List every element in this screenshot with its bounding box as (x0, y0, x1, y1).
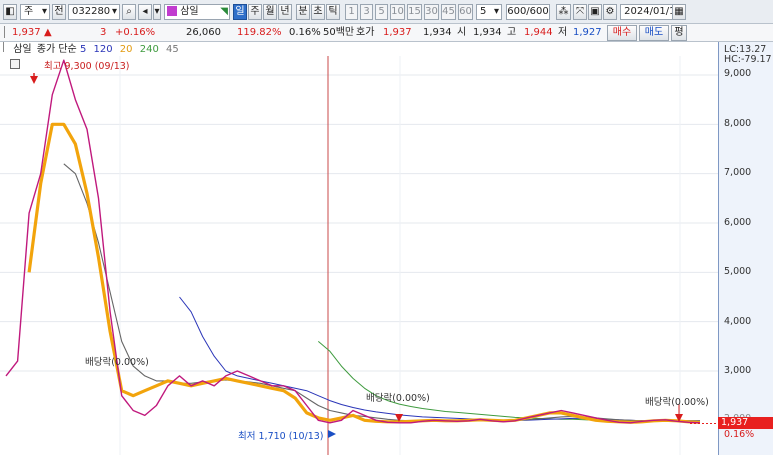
interval-45-button[interactable]: 45 (441, 4, 456, 20)
search-icon[interactable]: ⌕ (122, 4, 136, 20)
buy-button[interactable]: 매수 (607, 25, 637, 41)
dividend-annotation: 배당락(0.00%) (645, 397, 709, 408)
interval-3-button[interactable]: 3 (360, 4, 373, 20)
dividend-annotation: 배당락(0.00%) (366, 393, 430, 404)
series-line-ma-20 (27, 122, 701, 424)
low-label: 저 (558, 27, 568, 38)
interval-select-value: 5 (480, 6, 487, 17)
hoga-value: 1,937 (383, 27, 412, 38)
hoga-label: 호가 (356, 27, 375, 38)
period-month-button[interactable]: 월 (263, 4, 277, 20)
chevron-down-icon: ▾ (41, 6, 47, 17)
field-button[interactable]: 전 (52, 4, 66, 20)
interval-select[interactable]: 5 ▾ (476, 4, 502, 20)
period-day-button[interactable]: 일 (233, 4, 247, 20)
price-axis[interactable]: LC:13.27 HC:-79.17 9,000 8,000 7,000 6,0… (718, 42, 773, 455)
current-pct-tag: 0.16% (724, 429, 755, 440)
current-price: 1,937 (12, 27, 41, 38)
volume: 26,060 (186, 27, 221, 38)
period-second-button[interactable]: 초 (311, 4, 325, 20)
series-line-ma-120 (179, 296, 700, 422)
stock-flag-icon (167, 6, 177, 16)
count-input[interactable]: 600/600 (506, 4, 550, 20)
hoga-value-2: 1,934 (423, 27, 452, 38)
gear-icon[interactable]: ⚙ (603, 4, 617, 20)
chevron-down-icon[interactable]: ▾ (153, 4, 161, 20)
period-year-button[interactable]: 년 (278, 4, 292, 20)
mode-select-value: 주 (24, 6, 34, 17)
series-line-ma-5 (5, 59, 701, 424)
dividend-annotation: 배당락(0.00%) (85, 357, 149, 368)
high-annotation: 최고 9,300 (09/13) (44, 61, 130, 72)
stock-code-input[interactable]: 032280 ▾ (68, 4, 120, 20)
interval-5-button[interactable]: 5 (375, 4, 388, 20)
right-arrow-icon (328, 430, 336, 438)
change-value: 3 (100, 27, 107, 38)
y-tick-label: 3,000 (724, 365, 752, 376)
stock-code-value: 032280 (72, 6, 111, 17)
hc-label: HC:-79.17 (724, 54, 772, 65)
save-icon[interactable]: ▣ (588, 4, 602, 20)
crosshair-icon[interactable]: ⤧ (573, 4, 587, 20)
chevron-down-icon: ▾ (493, 6, 499, 17)
down-arrow-icon (30, 76, 38, 84)
stock-name-field[interactable]: 삼일 ◥ (164, 4, 230, 20)
interval-10-button[interactable]: 10 (390, 4, 405, 20)
period-week-button[interactable]: 주 (248, 4, 262, 20)
volume-ratio: 119.82% (237, 27, 282, 38)
divider (4, 26, 6, 38)
sell-button[interactable]: 매도 (639, 25, 669, 41)
change-arrow: ▲ (44, 27, 52, 38)
interval-1-button[interactable]: 1 (345, 4, 358, 20)
period-minute-button[interactable]: 분 (296, 4, 310, 20)
speaker-icon[interactable]: ◂ (138, 4, 152, 20)
indicator-icon[interactable]: ⁂ (556, 4, 571, 20)
stock-name-value: 삼일 (180, 6, 199, 17)
low-value: 1,927 (573, 27, 602, 38)
y-tick-label: 6,000 (724, 217, 752, 228)
current-price-tag: 1,937 (718, 417, 773, 429)
turnover-percent: 0.16% (289, 27, 321, 38)
interval-60-button[interactable]: 60 (458, 4, 473, 20)
price-chart[interactable] (0, 42, 718, 455)
unit-label: 50백만 (323, 27, 355, 38)
high-label: 고 (507, 27, 517, 38)
triangle-icon: ◥ (220, 6, 228, 17)
mode-select[interactable]: 주 ▾ (20, 4, 50, 20)
low-annotation: 최저 1,710 (10/13) (238, 431, 324, 442)
period-tick-button[interactable]: 틱 (326, 4, 340, 20)
main-toolbar: ◧ 주 ▾ 전 032280 ▾ ⌕ ◂ ▾ 삼일 ◥ 일 주 월 년 분 초 틱 … (0, 0, 773, 24)
chevron-down-icon: ▾ (111, 6, 117, 17)
open-value: 1,934 (473, 27, 502, 38)
y-tick-label: 9,000 (724, 68, 752, 79)
series-line-ma-240 (317, 341, 700, 422)
quote-bar: 1,937 ▲ 3 +0.16% 26,060 119.82% 0.16% 50… (0, 24, 773, 42)
y-tick-label: 8,000 (724, 118, 752, 129)
low-marker (328, 430, 336, 438)
interval-30-button[interactable]: 30 (424, 4, 439, 20)
open-label: 시 (457, 27, 467, 38)
y-tick-label: 5,000 (724, 266, 752, 277)
change-percent: +0.16% (115, 27, 156, 38)
calendar-icon[interactable]: ▦ (672, 4, 686, 20)
high-value: 1,944 (524, 27, 553, 38)
chart-menu-icon[interactable]: ◧ (3, 4, 17, 20)
y-tick-label: 7,000 (724, 167, 752, 178)
interval-15-button[interactable]: 15 (407, 4, 422, 20)
evaluate-button[interactable]: 평 (671, 25, 687, 41)
y-tick-label: 4,000 (724, 316, 752, 327)
